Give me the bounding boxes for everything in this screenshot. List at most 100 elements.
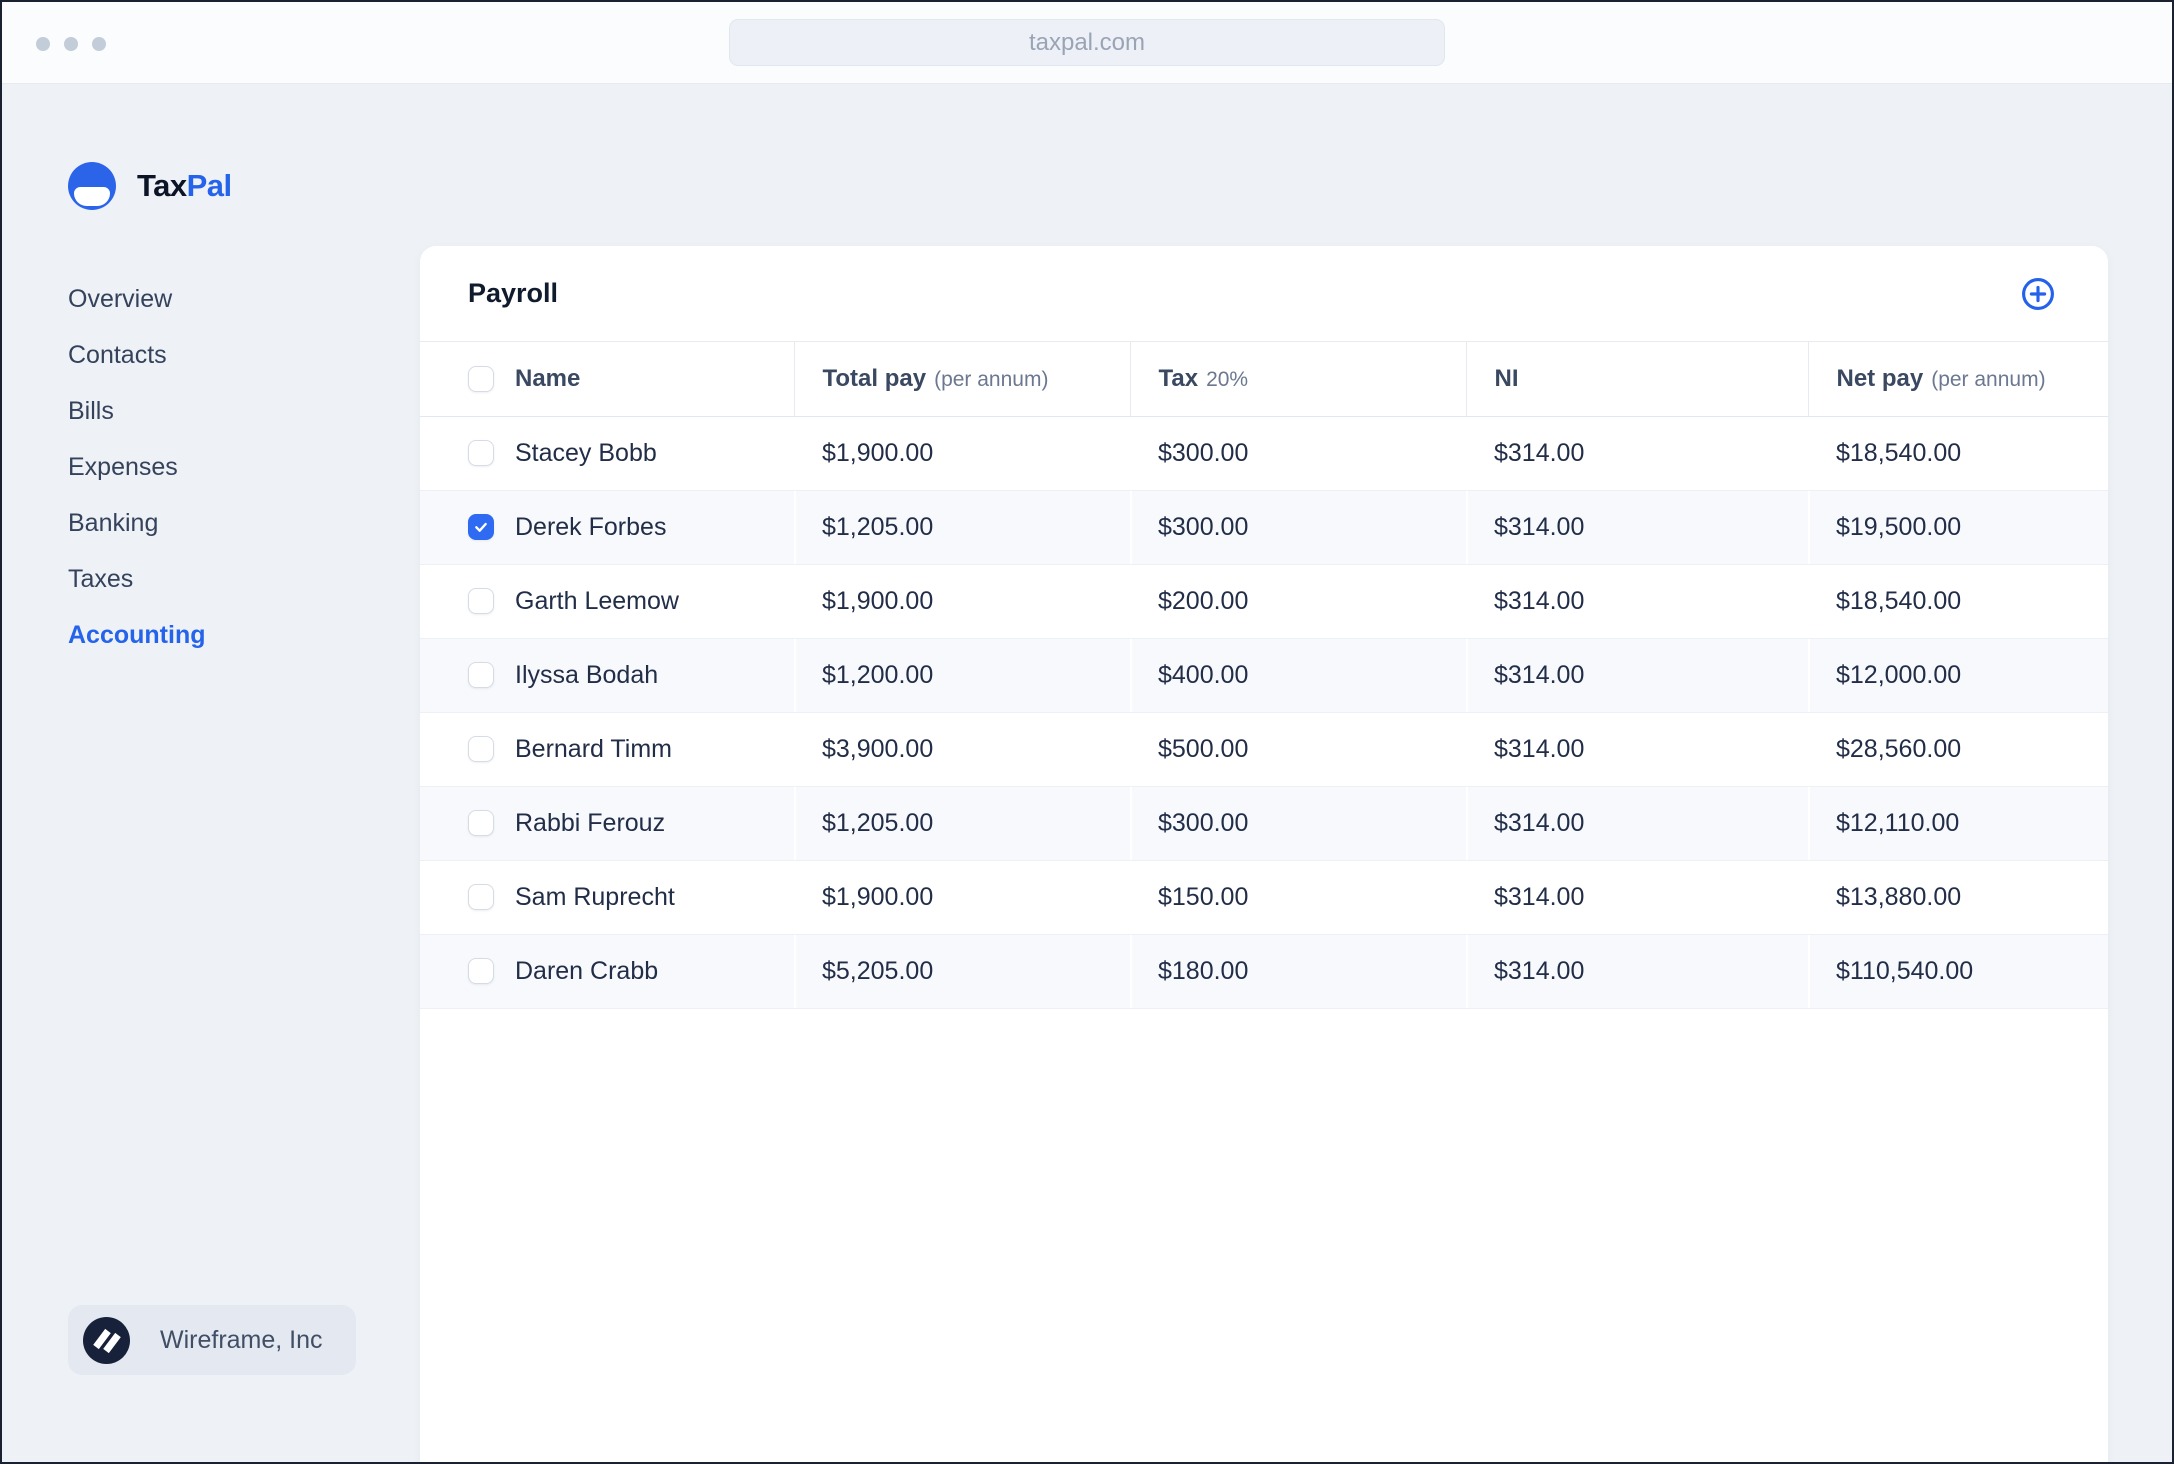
- table-row: Stacey Bobb $1,900.00 $300.00 $314.00 $1…: [420, 416, 2108, 490]
- window-controls: [36, 37, 106, 51]
- payroll-card: Payroll Name Total pay (per annum) Tax 2…: [420, 246, 2108, 1462]
- employee-name: Garth Leemow: [515, 586, 679, 615]
- ni-cell: $314.00: [1466, 933, 1808, 1009]
- tax-cell: $300.00: [1158, 438, 1249, 467]
- payroll-card-header: Payroll: [420, 246, 2108, 342]
- brand-logo[interactable]: TaxPal: [68, 162, 232, 210]
- table-row: Derek Forbes $1,205.00 $300.00 $314.00 $…: [420, 489, 2108, 564]
- employee-name: Stacey Bobb: [515, 438, 657, 467]
- employee-name-cell: Bernard Timm: [420, 711, 794, 786]
- row-checkbox[interactable]: [468, 958, 494, 984]
- ni-cell: $314.00: [1466, 785, 1808, 860]
- browser-bar: taxpal.com: [2, 2, 2172, 84]
- column-header-net-pay: Net pay (per annum): [1807, 342, 2108, 417]
- row-checkbox[interactable]: [468, 514, 494, 540]
- row-checkbox[interactable]: [468, 736, 494, 762]
- table-row: Bernard Timm $3,900.00 $500.00 $314.00 $…: [420, 711, 2108, 786]
- tax-cell: $150.00: [1130, 859, 1466, 934]
- window-control-dot[interactable]: [64, 37, 78, 51]
- table-row: Sam Ruprecht $1,900.00 $150.00 $314.00 $…: [420, 859, 2108, 934]
- net-pay-cell: $13,880.00: [1808, 859, 2108, 934]
- total-pay-cell: $1,900.00: [822, 438, 934, 467]
- employee-name: Daren Crabb: [515, 956, 659, 985]
- ni-cell: $314.00: [1466, 859, 1808, 934]
- ni-cell: $314.00: [1466, 489, 1808, 564]
- sidebar-item-accounting[interactable]: Accounting: [68, 607, 206, 663]
- address-bar-url: taxpal.com: [1028, 28, 1146, 56]
- column-header-name: Name: [420, 342, 794, 417]
- ni-cell: $314.00: [1466, 637, 1808, 712]
- brand-name: TaxPal: [137, 168, 232, 203]
- wireframe-logo-icon: [83, 1316, 130, 1364]
- app-body: TaxPal Overview Contacts Bills Expenses Bank…: [2, 85, 2172, 1462]
- add-payroll-button[interactable]: [2020, 276, 2056, 312]
- org-switcher[interactable]: Wireframe, Inc: [68, 1305, 356, 1375]
- employee-name-cell: Stacey Bobb: [420, 416, 794, 490]
- tax-cell: $500.00: [1130, 711, 1466, 786]
- tax-cell: $300.00: [1130, 489, 1466, 564]
- employee-name-cell: Rabbi Ferouz: [420, 785, 794, 860]
- payroll-table: Name Total pay (per annum) Tax 20% NI Ne…: [420, 342, 2108, 1009]
- table-row: Daren Crabb $5,205.00 $180.00 $314.00 $1…: [420, 933, 2108, 1009]
- employee-name-cell: Daren Crabb: [420, 933, 794, 1009]
- window-control-dot[interactable]: [36, 37, 50, 51]
- net-pay-cell: $28,560.00: [1808, 711, 2108, 786]
- column-header-total-pay: Total pay (per annum): [793, 342, 1130, 417]
- employee-name-cell: Ilyssa Bodah: [420, 637, 794, 712]
- net-pay-cell: $12,110.00: [1808, 785, 2108, 860]
- total-pay-cell: $5,205.00: [794, 933, 1130, 1009]
- page-title: Payroll: [468, 278, 559, 308]
- tax-cell: $300.00: [1130, 785, 1466, 860]
- ni-cell: $314.00: [1466, 711, 1808, 786]
- select-all-checkbox[interactable]: [468, 365, 494, 392]
- table-row: Garth Leemow $1,900.00 $200.00 $314.00 $…: [420, 563, 2108, 638]
- tax-cell: $400.00: [1130, 637, 1466, 712]
- row-checkbox[interactable]: [468, 884, 494, 910]
- table-row: Rabbi Ferouz $1,205.00 $300.00 $314.00 $…: [420, 785, 2108, 860]
- payroll-table-body: Stacey Bobb $1,900.00 $300.00 $314.00 $1…: [420, 416, 2108, 1009]
- sidebar-item-expenses[interactable]: Expenses: [68, 439, 206, 495]
- employee-name: Bernard Timm: [515, 734, 672, 763]
- sidebar-item-taxes[interactable]: Taxes: [68, 551, 206, 607]
- net-pay-cell: $12,000.00: [1808, 637, 2108, 712]
- org-name: Wireframe, Inc: [160, 1325, 323, 1354]
- row-checkbox[interactable]: [468, 588, 494, 614]
- net-pay-cell: $18,540.00: [1836, 438, 1962, 467]
- ni-cell: $314.00: [1494, 438, 1585, 467]
- employee-name: Rabbi Ferouz: [515, 808, 666, 837]
- net-pay-cell: $110,540.00: [1808, 933, 2108, 1009]
- net-pay-cell: $19,500.00: [1808, 489, 2108, 564]
- employee-name: Derek Forbes: [515, 512, 667, 541]
- plus-circle-icon: [2022, 277, 2054, 310]
- employee-name-cell: Garth Leemow: [420, 563, 794, 638]
- tax-cell: $180.00: [1130, 933, 1466, 1009]
- row-checkbox[interactable]: [468, 662, 494, 688]
- sidebar-item-overview[interactable]: Overview: [68, 271, 206, 327]
- total-pay-cell: $3,900.00: [794, 711, 1130, 786]
- taxpal-logo-icon: [68, 162, 116, 210]
- sidebar-nav: Overview Contacts Bills Expenses Banking Taxe…: [68, 271, 206, 663]
- sidebar-item-contacts[interactable]: Contacts: [68, 327, 206, 383]
- total-pay-cell: $1,900.00: [794, 859, 1130, 934]
- total-pay-cell: $1,205.00: [794, 785, 1130, 860]
- employee-name: Sam Ruprecht: [515, 882, 675, 911]
- app-window: taxpal.com TaxPal Overview Contacts Bills E…: [0, 0, 2174, 1464]
- total-pay-cell: $1,900.00: [794, 563, 1130, 638]
- window-control-dot[interactable]: [92, 37, 106, 51]
- total-pay-cell: $1,200.00: [794, 637, 1130, 712]
- row-checkbox[interactable]: [468, 440, 494, 466]
- address-bar[interactable]: taxpal.com: [729, 19, 1445, 66]
- total-pay-cell: $1,205.00: [794, 489, 1130, 564]
- ni-cell: $314.00: [1466, 563, 1808, 638]
- employee-name: Ilyssa Bodah: [515, 660, 659, 689]
- tax-cell: $200.00: [1130, 563, 1466, 638]
- employee-name-cell: Sam Ruprecht: [420, 859, 794, 934]
- row-checkbox[interactable]: [468, 810, 494, 836]
- column-header-tax: Tax 20%: [1129, 342, 1466, 417]
- sidebar-item-banking[interactable]: Banking: [68, 495, 206, 551]
- column-header-ni: NI: [1465, 342, 1808, 417]
- employee-name-cell: Derek Forbes: [420, 489, 794, 564]
- table-header-row: Name Total pay (per annum) Tax 20% NI Ne…: [420, 342, 2108, 417]
- sidebar-item-bills[interactable]: Bills: [68, 383, 206, 439]
- table-row: Ilyssa Bodah $1,200.00 $400.00 $314.00 $…: [420, 637, 2108, 712]
